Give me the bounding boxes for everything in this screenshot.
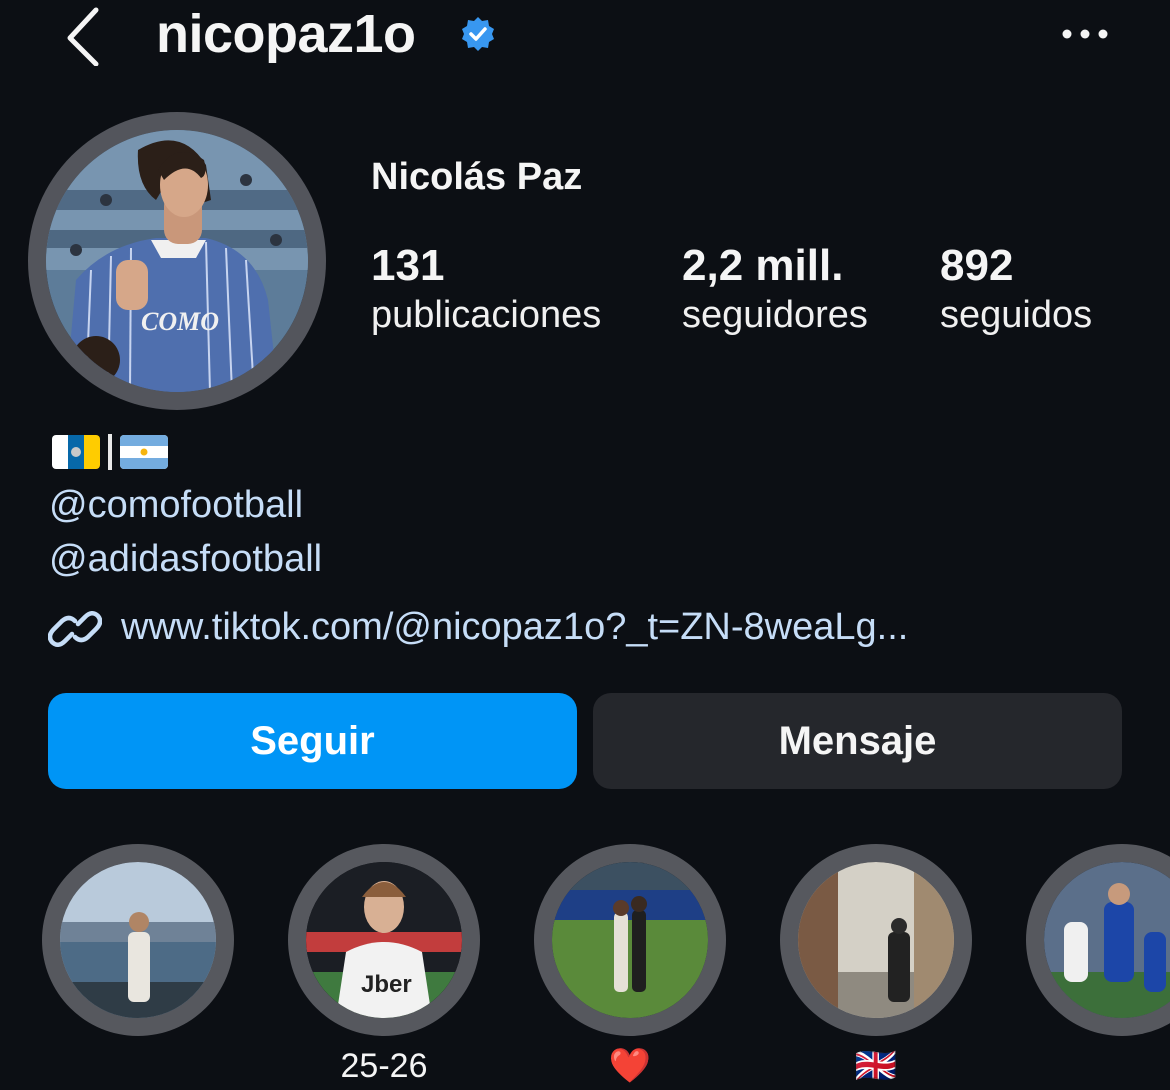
highlight-cover bbox=[60, 862, 216, 1018]
svg-text:Jber: Jber bbox=[361, 971, 412, 998]
stat-label: seguidos bbox=[940, 294, 1093, 336]
bio-flags bbox=[52, 432, 168, 472]
profile-full-name: Nicolás Paz bbox=[371, 156, 583, 198]
bio-link[interactable]: www.tiktok.com/@nicopaz1o?_t=ZN-8weaLg..… bbox=[121, 601, 908, 653]
message-button[interactable]: Mensaje bbox=[593, 693, 1122, 789]
link-icon bbox=[47, 604, 103, 654]
stat-following[interactable]: 892 seguidos bbox=[940, 240, 1092, 338]
stat-label: seguidores bbox=[682, 294, 868, 336]
stat-value: 131 bbox=[371, 241, 445, 290]
story-highlight-3[interactable] bbox=[534, 844, 726, 1036]
highlight-cover bbox=[798, 862, 954, 1018]
story-highlight-2[interactable]: Jber bbox=[288, 844, 480, 1036]
highlight-cover: Jber bbox=[306, 862, 462, 1018]
story-highlight-5[interactable] bbox=[1026, 844, 1170, 1036]
highlight-label: ❤️ bbox=[608, 1047, 652, 1085]
argentina-flag-icon bbox=[120, 435, 168, 469]
stat-followers[interactable]: 2,2 mill. seguidores bbox=[682, 240, 868, 338]
back-button[interactable] bbox=[62, 6, 106, 67]
bio-separator bbox=[108, 434, 112, 470]
highlight-label: 25-26 bbox=[340, 1047, 428, 1085]
highlight-cover bbox=[552, 862, 708, 1018]
stat-label: publicaciones bbox=[371, 294, 602, 336]
bio-mention[interactable]: @adidasfootball bbox=[49, 534, 322, 584]
highlight-label: 🇬🇧 bbox=[854, 1047, 898, 1085]
chevron-left-icon bbox=[67, 7, 99, 67]
stat-posts[interactable]: 131 publicaciones bbox=[371, 240, 601, 338]
verified-badge-icon bbox=[460, 16, 496, 52]
story-highlight-4[interactable] bbox=[780, 844, 972, 1036]
profile-username: nicopaz1o bbox=[156, 4, 416, 64]
follow-button[interactable]: Seguir bbox=[48, 693, 577, 789]
highlight-cover bbox=[1044, 862, 1170, 1018]
canary-islands-flag-icon bbox=[52, 435, 100, 469]
stat-value: 892 bbox=[940, 241, 1014, 290]
more-options-button[interactable] bbox=[1060, 22, 1110, 46]
profile-avatar[interactable]: COMO bbox=[46, 130, 308, 392]
svg-text:COMO: COMO bbox=[141, 307, 219, 336]
bio-mention[interactable]: @comofootball bbox=[49, 480, 303, 530]
stat-value: 2,2 mill. bbox=[682, 241, 844, 290]
more-horizontal-icon bbox=[1062, 29, 1108, 39]
story-highlight-1[interactable] bbox=[42, 844, 234, 1036]
